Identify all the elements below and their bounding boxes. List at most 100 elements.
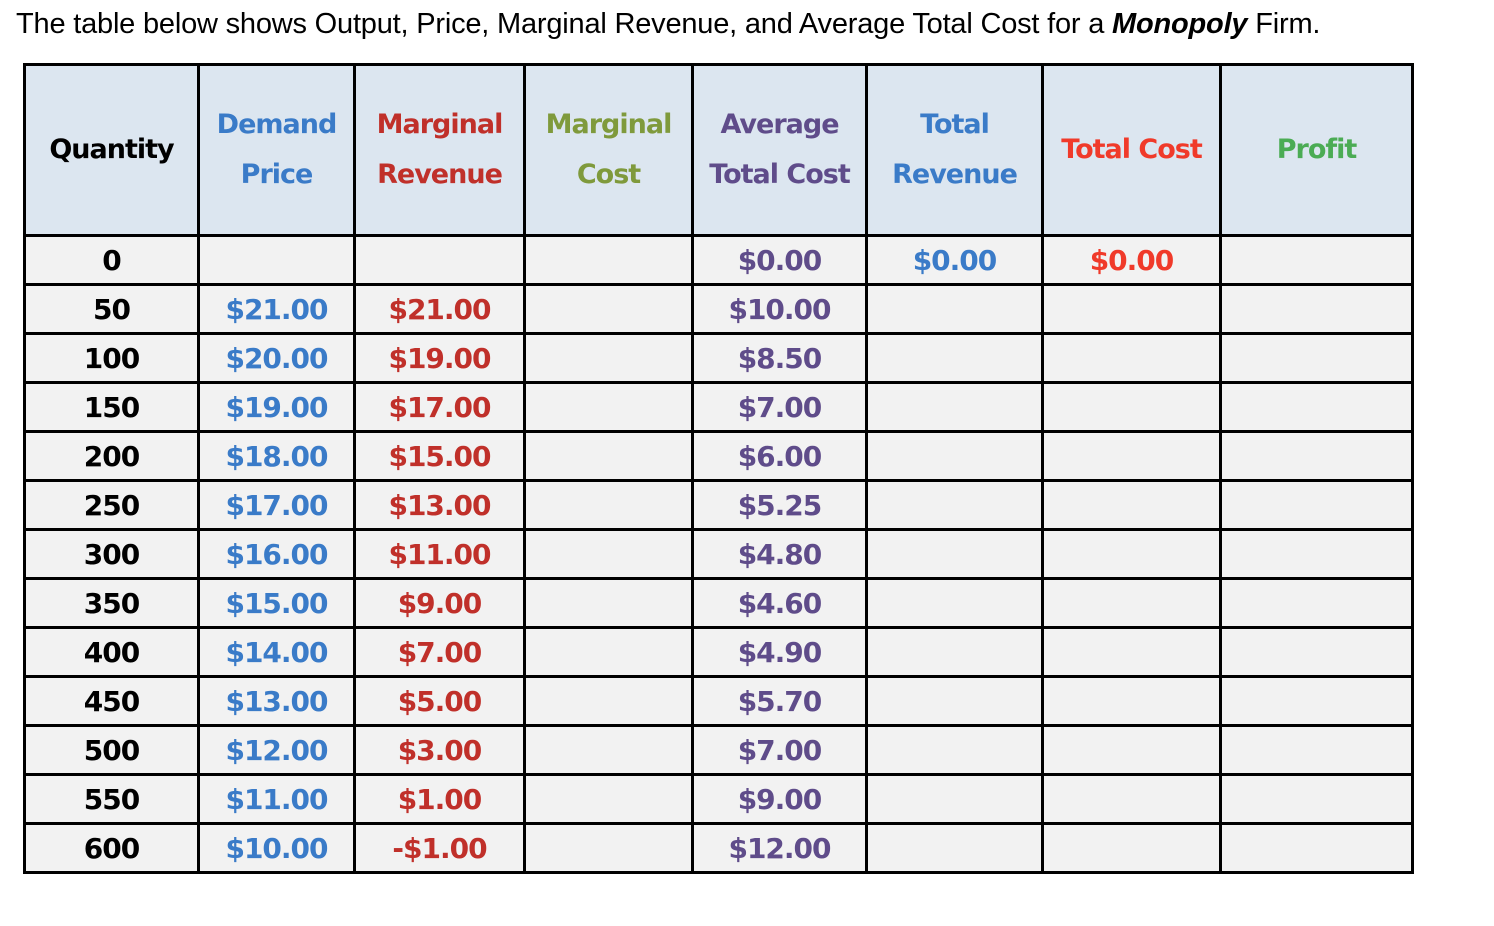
- cell-average-total-cost: $8.50: [691, 332, 868, 384]
- cell-demand-price: $15.00: [197, 577, 356, 629]
- cell-marginal-cost: [523, 430, 694, 482]
- header-demand-price: Demand Price: [197, 63, 356, 237]
- cell-profit: [1219, 381, 1414, 433]
- cell-quantity: 400: [23, 626, 200, 678]
- cell-total-cost: [1041, 381, 1222, 433]
- cell-average-total-cost: $7.00: [691, 381, 868, 433]
- cell-average-total-cost: $4.60: [691, 577, 868, 629]
- cell-total-revenue: [865, 381, 1044, 433]
- cell-profit: [1219, 724, 1414, 776]
- cell-marginal-cost: [523, 528, 694, 580]
- cell-average-total-cost: $6.00: [691, 430, 868, 482]
- cell-marginal-cost: [523, 234, 694, 286]
- header-row: Quantity Demand Price Marginal Revenue Mar…: [23, 63, 1414, 237]
- cell-marginal-cost: [523, 283, 694, 335]
- cell-quantity: 600: [23, 822, 200, 874]
- cell-total-cost: [1041, 675, 1222, 727]
- cell-marginal-cost: [523, 724, 694, 776]
- cell-total-revenue: [865, 724, 1044, 776]
- table-row: 100 $20.00 $19.00 $8.50: [23, 332, 1414, 384]
- cell-quantity: 200: [23, 430, 200, 482]
- cell-profit: [1219, 577, 1414, 629]
- cell-marginal-revenue: $9.00: [353, 577, 526, 629]
- table-row: 250 $17.00 $13.00 $5.25: [23, 479, 1414, 531]
- header-average-total-cost: Average Total Cost: [691, 63, 868, 237]
- cell-quantity: 300: [23, 528, 200, 580]
- cell-quantity: 550: [23, 773, 200, 825]
- cell-marginal-revenue: $17.00: [353, 381, 526, 433]
- header-marginal-revenue: Marginal Revenue: [353, 63, 526, 237]
- cell-demand-price: $19.00: [197, 381, 356, 433]
- table-row: 400 $14.00 $7.00 $4.90: [23, 626, 1414, 678]
- cell-marginal-revenue: $3.00: [353, 724, 526, 776]
- cell-demand-price: $17.00: [197, 479, 356, 531]
- cell-demand-price: $16.00: [197, 528, 356, 580]
- cell-demand-price: [197, 234, 356, 286]
- cell-total-revenue: [865, 675, 1044, 727]
- table-row: 500 $12.00 $3.00 $7.00: [23, 724, 1414, 776]
- cell-total-cost: [1041, 283, 1222, 335]
- cell-total-revenue: [865, 577, 1044, 629]
- cell-average-total-cost: $10.00: [691, 283, 868, 335]
- cell-marginal-cost: [523, 479, 694, 531]
- cell-marginal-revenue: $13.00: [353, 479, 526, 531]
- cell-total-revenue: [865, 283, 1044, 335]
- cell-total-revenue: [865, 822, 1044, 874]
- caption-emphasis: Monopoly: [1112, 8, 1248, 40]
- table-row: 150 $19.00 $17.00 $7.00: [23, 381, 1414, 433]
- cell-total-revenue: [865, 773, 1044, 825]
- cell-marginal-cost: [523, 332, 694, 384]
- caption-suffix: Firm.: [1247, 8, 1321, 40]
- cell-marginal-cost: [523, 626, 694, 678]
- cell-quantity: 0: [23, 234, 200, 286]
- cell-marginal-revenue: $21.00: [353, 283, 526, 335]
- cell-average-total-cost: $5.70: [691, 675, 868, 727]
- cell-marginal-revenue: $11.00: [353, 528, 526, 580]
- cell-marginal-cost: [523, 675, 694, 727]
- cell-profit: [1219, 479, 1414, 531]
- cell-quantity: 50: [23, 283, 200, 335]
- cell-marginal-revenue: $7.00: [353, 626, 526, 678]
- cell-average-total-cost: $4.80: [691, 528, 868, 580]
- cell-quantity: 500: [23, 724, 200, 776]
- cell-profit: [1219, 822, 1414, 874]
- table-row: 550 $11.00 $1.00 $9.00: [23, 773, 1414, 825]
- cell-demand-price: $10.00: [197, 822, 356, 874]
- cell-marginal-cost: [523, 381, 694, 433]
- header-marginal-cost: Marginal Cost: [523, 63, 694, 237]
- cell-total-revenue: [865, 626, 1044, 678]
- cell-demand-price: $18.00: [197, 430, 356, 482]
- cell-quantity: 450: [23, 675, 200, 727]
- cell-marginal-revenue: $1.00: [353, 773, 526, 825]
- table-caption: The table below shows Output, Price, Mar…: [16, 8, 1320, 41]
- cell-average-total-cost: $0.00: [691, 234, 868, 286]
- cell-total-cost: [1041, 332, 1222, 384]
- cell-total-cost: [1041, 577, 1222, 629]
- cell-marginal-revenue: -$1.00: [353, 822, 526, 874]
- cell-total-revenue: [865, 528, 1044, 580]
- cell-profit: [1219, 675, 1414, 727]
- cell-total-cost: [1041, 773, 1222, 825]
- cell-marginal-revenue: $19.00: [353, 332, 526, 384]
- cell-total-revenue: [865, 332, 1044, 384]
- cell-total-cost: [1041, 724, 1222, 776]
- header-total-cost: Total Cost: [1041, 63, 1222, 237]
- cell-total-cost: $0.00: [1041, 234, 1222, 286]
- cell-demand-price: $14.00: [197, 626, 356, 678]
- cell-total-cost: [1041, 479, 1222, 531]
- cell-marginal-revenue: $15.00: [353, 430, 526, 482]
- monopoly-table: Quantity Demand Price Marginal Revenue Mar…: [23, 63, 1414, 874]
- cell-marginal-revenue: $5.00: [353, 675, 526, 727]
- cell-demand-price: $11.00: [197, 773, 356, 825]
- cell-quantity: 150: [23, 381, 200, 433]
- header-total-revenue: Total Revenue: [865, 63, 1044, 237]
- table-row: 50 $21.00 $21.00 $10.00: [23, 283, 1414, 335]
- cell-profit: [1219, 430, 1414, 482]
- header-quantity: Quantity: [23, 63, 200, 237]
- cell-average-total-cost: $7.00: [691, 724, 868, 776]
- cell-profit: [1219, 626, 1414, 678]
- cell-marginal-cost: [523, 773, 694, 825]
- cell-total-cost: [1041, 430, 1222, 482]
- table-row: 600 $10.00 -$1.00 $12.00: [23, 822, 1414, 874]
- table-row: 450 $13.00 $5.00 $5.70: [23, 675, 1414, 727]
